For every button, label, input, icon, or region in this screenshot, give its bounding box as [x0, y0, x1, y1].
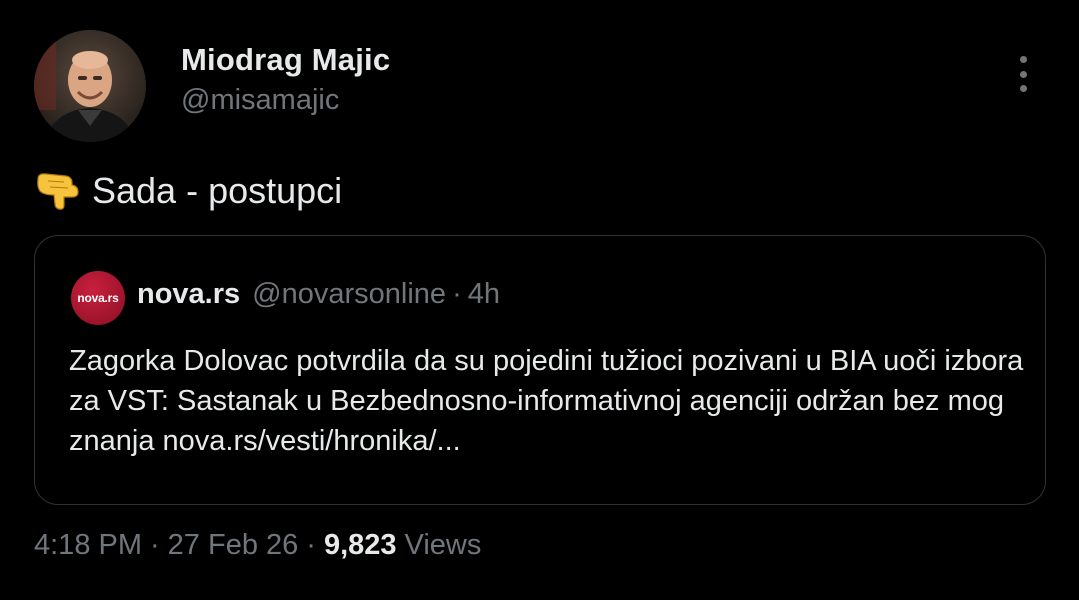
quoted-handle[interactable]: @novarsonline — [252, 278, 446, 311]
views-count[interactable]: 9,823 — [324, 529, 397, 562]
quoted-separator: · — [452, 278, 462, 310]
quoted-avatar-logo: nova.rs — [77, 291, 119, 305]
tweet-text: Sada - postupci — [34, 170, 342, 212]
quoted-name[interactable]: nova.rs — [137, 278, 240, 311]
more-options-icon[interactable] — [1008, 54, 1038, 94]
more-dot — [1019, 70, 1027, 78]
author-display-name[interactable]: Miodrag Majic — [181, 42, 390, 78]
quoted-timestamp[interactable]: 4h — [468, 278, 500, 311]
meta-separator: · — [306, 529, 316, 561]
quoted-avatar[interactable]: nova.rs — [71, 271, 125, 325]
author-avatar[interactable] — [34, 30, 146, 142]
meta-separator: · — [150, 529, 160, 561]
tweet-body: Sada - postupci — [92, 170, 343, 211]
views-label[interactable]: Views — [405, 529, 482, 562]
author-handle[interactable]: @misamajic — [181, 84, 339, 117]
quoted-tweet-card[interactable]: nova.rs nova.rs @novarsonline · 4h Zagor… — [34, 235, 1046, 505]
author-photo — [34, 30, 146, 142]
quoted-header: nova.rs @novarsonline · 4h — [137, 278, 500, 311]
tweet-date[interactable]: 27 Feb 26 — [168, 529, 299, 562]
quoted-text: Zagorka Dolovac potvrdila da su pojedini… — [69, 345, 1024, 457]
tweet-time[interactable]: 4:18 PM — [34, 529, 142, 562]
backhand-index-pointing-down-icon — [34, 171, 84, 211]
tweet-meta: 4:18 PM · 27 Feb 26 · 9,823 Views — [34, 529, 481, 562]
more-dot — [1019, 85, 1027, 92]
more-dot — [1019, 56, 1027, 63]
